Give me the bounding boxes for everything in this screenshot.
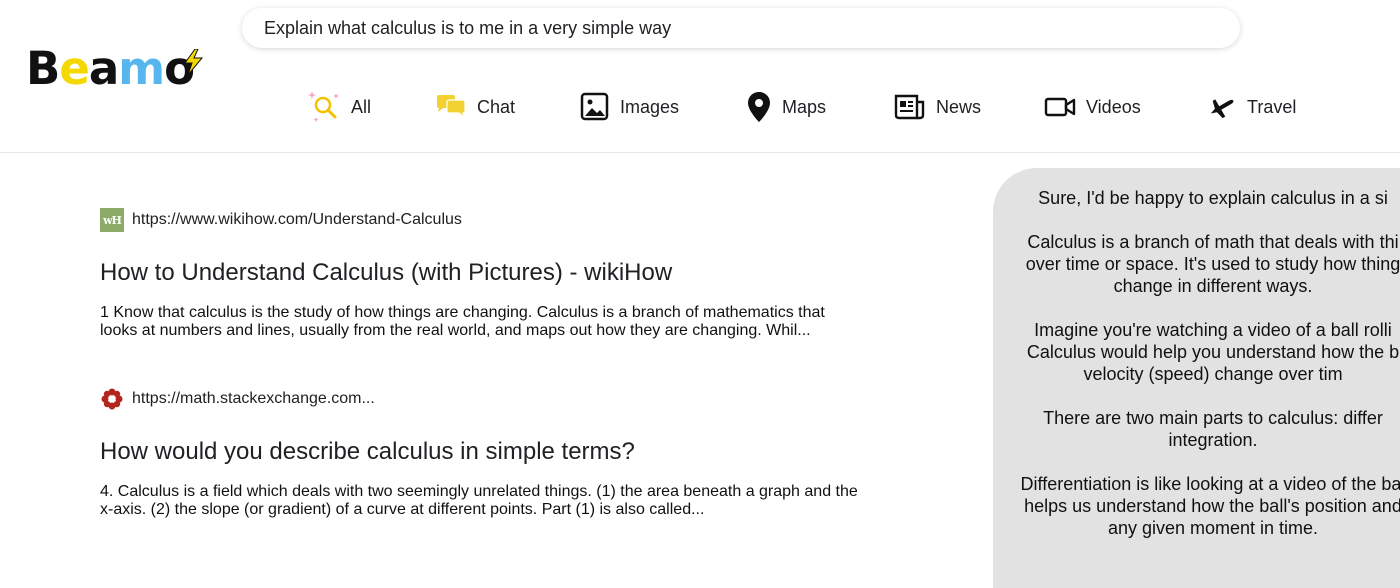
tab-all[interactable]: All bbox=[307, 88, 371, 126]
chat-line: There are two main parts to calculus: di… bbox=[1043, 408, 1383, 428]
tab-images[interactable]: Images bbox=[580, 88, 679, 126]
chat-paragraph: Sure, I'd be happy to explain calculus i… bbox=[993, 187, 1400, 209]
chat-line: velocity (speed) change over tim bbox=[1083, 364, 1343, 384]
video-camera-icon bbox=[1044, 95, 1076, 119]
chat-line: helps us understand how the ball's posit… bbox=[1024, 496, 1400, 516]
chat-line: over time or space. It's used to study h… bbox=[1025, 254, 1400, 274]
tab-videos-label: Videos bbox=[1086, 96, 1141, 117]
tab-maps[interactable]: Maps bbox=[746, 88, 826, 126]
snippet-line: x-axis. (2) the slope (or gradient) of a… bbox=[100, 501, 705, 518]
chat-line: Imagine you're watching a video of a bal… bbox=[1034, 320, 1392, 340]
snippet-line: 4. Calculus is a field which deals with … bbox=[100, 483, 858, 500]
logo-letter: B bbox=[26, 42, 60, 95]
chat-paragraph: Calculus is a branch of math that deals … bbox=[993, 231, 1400, 297]
header-divider bbox=[0, 152, 1400, 153]
tab-chat-label: Chat bbox=[477, 96, 516, 117]
tab-chat[interactable]: Chat bbox=[435, 88, 515, 126]
chat-line: integration. bbox=[1168, 430, 1258, 450]
result-title[interactable]: How would you describe calculus in simpl… bbox=[100, 437, 880, 467]
image-icon bbox=[580, 92, 610, 122]
lightning-bolt-icon bbox=[184, 49, 204, 75]
tab-all-label: All bbox=[351, 96, 372, 117]
chat-line: Differentiation is like looking at a vid… bbox=[1020, 474, 1400, 494]
chat-line: change in different ways. bbox=[1113, 276, 1313, 296]
chat-line: Sure, I'd be happy to explain calculus i… bbox=[1038, 188, 1388, 208]
tab-images-label: Images bbox=[620, 96, 680, 117]
result-snippet: 4. Calculus is a field which deals with … bbox=[100, 483, 870, 519]
tab-travel-label: Travel bbox=[1247, 96, 1297, 117]
chat-line: Calculus is a branch of math that deals … bbox=[1027, 232, 1399, 252]
stackexchange-math-icon bbox=[100, 387, 124, 411]
search-input[interactable] bbox=[262, 16, 1240, 40]
chat-paragraph: Differentiation is like looking at a vid… bbox=[993, 473, 1400, 539]
logo-letter: m bbox=[118, 42, 165, 95]
chat-paragraph: Imagine you're watching a video of a bal… bbox=[993, 319, 1400, 385]
chat-paragraph: There are two main parts to calculus: di… bbox=[993, 407, 1400, 451]
snippet-line: looks at numbers and lines, usually from… bbox=[100, 322, 811, 339]
tab-news[interactable]: News bbox=[894, 88, 981, 126]
search-result: wH https://www.wikihow.com/Understand-Ca… bbox=[100, 208, 880, 340]
result-snippet: 1 Know that calculus is the study of how… bbox=[100, 304, 870, 340]
snippet-line: 1 Know that calculus is the study of how… bbox=[100, 304, 825, 321]
chat-bubbles-icon bbox=[435, 94, 467, 120]
search-result: https://math.stackexchange.com... How wo… bbox=[100, 387, 880, 519]
map-pin-icon bbox=[746, 91, 772, 123]
chat-answer-text: Sure, I'd be happy to explain calculus i… bbox=[993, 187, 1400, 561]
chat-answer-panel: Sure, I'd be happy to explain calculus i… bbox=[993, 168, 1400, 588]
result-source[interactable]: wH https://www.wikihow.com/Understand-Ca… bbox=[100, 208, 880, 232]
chat-line: Calculus would help you understand how t… bbox=[1026, 342, 1400, 362]
tab-travel[interactable]: Travel bbox=[1207, 88, 1296, 126]
logo-letter: a bbox=[88, 42, 119, 95]
chat-line: any given moment in time. bbox=[1107, 518, 1319, 538]
search-category-nav: All Chat Images Maps News Videos Travel bbox=[0, 88, 1400, 126]
tab-maps-label: Maps bbox=[782, 96, 827, 117]
search-box[interactable] bbox=[242, 8, 1240, 48]
tab-videos[interactable]: Videos bbox=[1044, 88, 1141, 126]
result-source[interactable]: https://math.stackexchange.com... bbox=[100, 387, 880, 411]
airplane-icon bbox=[1207, 94, 1237, 120]
logo-letter: e bbox=[59, 42, 90, 95]
result-title[interactable]: How to Understand Calculus (with Picture… bbox=[100, 258, 880, 288]
tab-news-label: News bbox=[936, 96, 982, 117]
sparkle-search-icon bbox=[307, 89, 341, 125]
result-url[interactable]: https://www.wikihow.com/Understand-Calcu… bbox=[132, 211, 462, 229]
beamo-logo[interactable]: B e a m o bbox=[26, 42, 204, 95]
newspaper-icon bbox=[894, 93, 926, 121]
result-url[interactable]: https://math.stackexchange.com... bbox=[132, 390, 375, 408]
wikihow-favicon-icon: wH bbox=[100, 208, 124, 232]
